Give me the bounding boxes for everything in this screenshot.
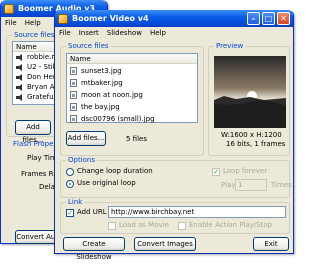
create-slideshow-button[interactable]: Create Slideshow xyxy=(63,237,125,261)
preview-title: Preview xyxy=(214,42,246,51)
play-label: Play xyxy=(221,181,236,189)
exit-button[interactable]: Exit xyxy=(253,237,289,251)
video-menu-slideshow[interactable]: Slideshow xyxy=(107,29,142,37)
original-loop-radio[interactable] xyxy=(66,180,74,188)
list-item[interactable]: dsc00796 (small).jpg xyxy=(67,114,197,124)
image-file-icon xyxy=(70,115,77,123)
maximize-icon[interactable]: □ xyxy=(262,12,275,25)
video-app-icon xyxy=(58,13,68,24)
preview-dimensions: W:1600 x H:1200 xyxy=(221,131,282,139)
convert-images-button[interactable]: Convert Images xyxy=(134,237,196,251)
list-item[interactable]: mtbaker.jpg xyxy=(67,78,197,88)
audio-menu-file[interactable]: File xyxy=(5,19,17,27)
video-file-count: 5 files xyxy=(126,135,147,143)
preview-image xyxy=(214,56,286,128)
list-item[interactable]: sunset3.jpg xyxy=(67,66,197,76)
audio-delay-label: Dela xyxy=(39,183,55,191)
loop-forever-label: Loop forever xyxy=(223,167,268,175)
original-loop-label[interactable]: Use original loop xyxy=(77,179,136,188)
add-url-label[interactable]: Add URL xyxy=(77,208,107,217)
list-item[interactable]: moon at noon.jpg xyxy=(67,90,197,100)
video-source-files-title: Source files xyxy=(66,42,111,51)
speaker-icon xyxy=(16,93,23,101)
audio-source-files-title: Source files xyxy=(12,31,57,40)
speaker-icon xyxy=(16,53,23,61)
video-menu-help[interactable]: Help xyxy=(150,29,166,37)
play-times-input[interactable]: 1 xyxy=(235,179,267,191)
speaker-icon xyxy=(16,73,23,81)
video-add-files-button[interactable]: Add files... xyxy=(66,131,106,146)
image-file-icon xyxy=(70,91,77,99)
video-list-header[interactable]: Name xyxy=(67,54,197,64)
speaker-icon xyxy=(16,83,23,91)
url-input[interactable]: http://www.birchbay.net xyxy=(108,206,286,218)
load-as-movie-label: Load as Movie xyxy=(119,221,169,229)
image-file-icon xyxy=(70,79,77,87)
minimize-icon[interactable]: – xyxy=(247,12,260,25)
audio-app-icon xyxy=(4,3,14,14)
audio-add-files-button[interactable]: Add files... xyxy=(15,120,51,144)
options-title: Options xyxy=(66,156,98,165)
load-as-movie-checkbox[interactable] xyxy=(108,222,116,230)
video-menu-insert[interactable]: Insert xyxy=(79,29,99,37)
enable-action-checkbox[interactable] xyxy=(178,222,186,230)
video-file-list[interactable]: Name sunset3.jpg mtbaker.jpg moon at noo… xyxy=(66,53,198,123)
link-title: Link xyxy=(66,198,85,207)
loop-forever-checkbox[interactable]: ✓ xyxy=(212,168,220,176)
video-titlebar[interactable]: Boomer Video v4 – □ ✕ xyxy=(55,10,293,27)
video-window-title: Boomer Video v4 xyxy=(72,14,149,23)
preview-info: 16 bits, 1 frames xyxy=(226,140,286,148)
change-loop-radio[interactable] xyxy=(66,168,74,176)
video-menubar: File Insert Slideshow Help xyxy=(55,27,293,39)
image-file-icon xyxy=(70,103,77,111)
list-item[interactable]: the bay.jpg xyxy=(67,102,197,112)
image-file-icon xyxy=(70,67,77,75)
close-icon[interactable]: ✕ xyxy=(277,12,290,25)
speaker-icon xyxy=(16,63,23,71)
video-menu-file[interactable]: File xyxy=(59,29,71,37)
video-window: Boomer Video v4 – □ ✕ File Insert Slides… xyxy=(54,10,294,261)
enable-action-label: Enable Action Play/Stop xyxy=(189,221,273,229)
times-label: Times xyxy=(271,181,292,189)
audio-frames-rate-label: Frames Ra xyxy=(21,170,58,178)
audio-menu-help[interactable]: Help xyxy=(25,19,41,27)
change-loop-label[interactable]: Change loop duration xyxy=(77,167,153,176)
add-url-checkbox[interactable]: ✓ xyxy=(66,209,74,217)
